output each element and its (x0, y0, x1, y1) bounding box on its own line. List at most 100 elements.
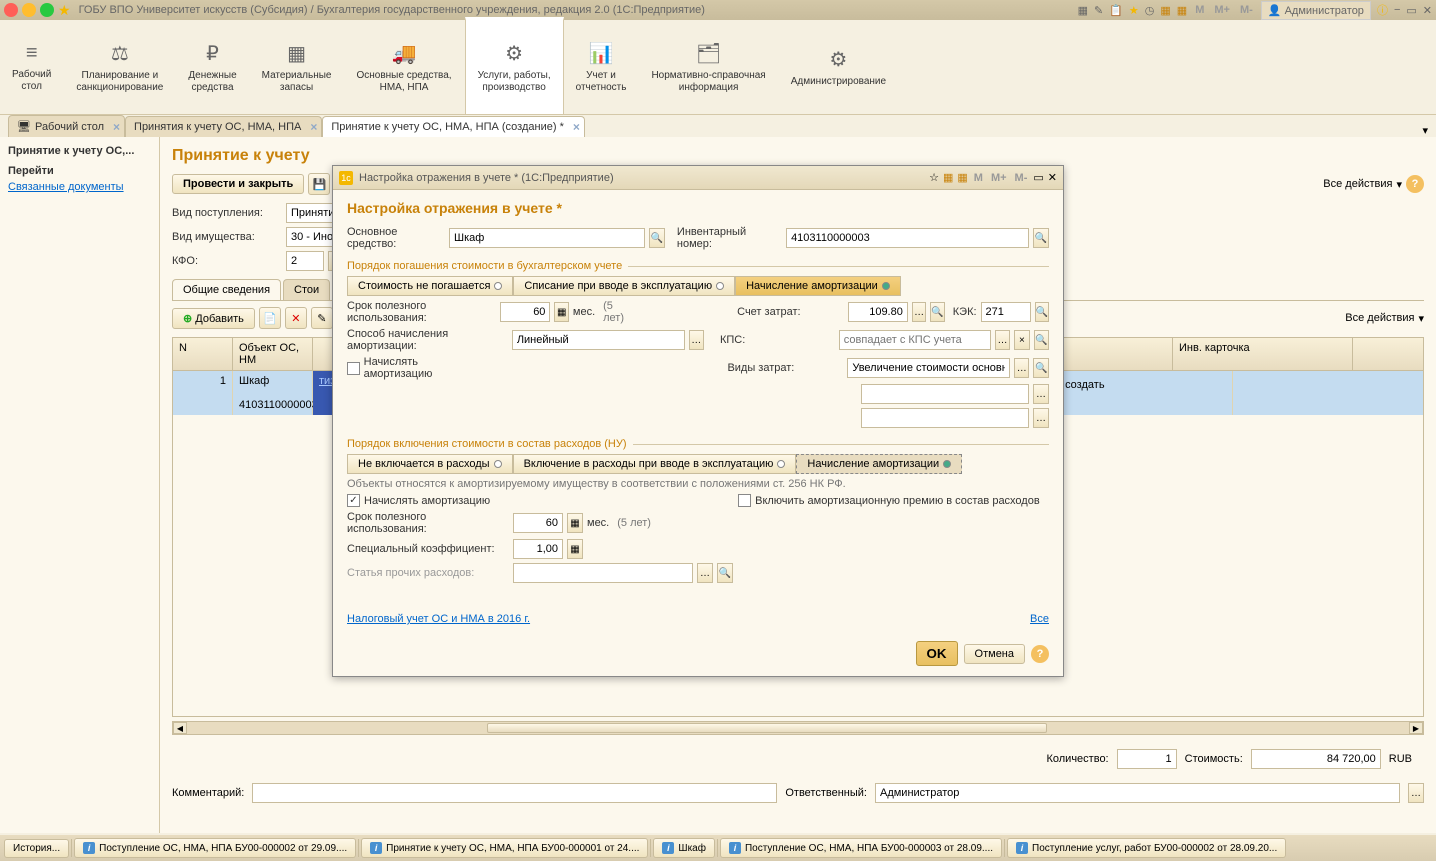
scroll-left-icon[interactable]: ◀ (173, 722, 187, 734)
help-icon[interactable]: ? (1031, 645, 1049, 663)
memory-mplus-button[interactable]: M+ (1212, 4, 1232, 16)
ellipsis-icon[interactable]: … (995, 330, 1010, 350)
section-reference[interactable]: 🗂Нормативно-справочная информация (639, 20, 778, 114)
stepper-icon[interactable]: ▦ (554, 302, 568, 322)
memory-m-button[interactable]: M (1193, 4, 1206, 16)
favorite-icon[interactable]: ★ (58, 2, 71, 19)
star-icon[interactable]: ★ (1129, 4, 1139, 17)
sidebar-link-related[interactable]: Связанные документы (8, 181, 151, 193)
section-desktop[interactable]: ≡Рабочий стол (0, 20, 64, 114)
search-icon[interactable]: 🔍 (1034, 330, 1049, 350)
tab-cost[interactable]: Стои (283, 279, 330, 300)
kfo-field[interactable] (286, 251, 324, 271)
types-field[interactable] (847, 358, 1010, 378)
account-field[interactable] (848, 302, 908, 322)
seg-not-included[interactable]: Не включается в расходы (347, 454, 513, 474)
close-icon[interactable]: × (310, 120, 317, 134)
task-item[interactable]: iПоступление ОС, НМА, НПА БУ00-000002 от… (74, 838, 356, 858)
section-cash[interactable]: ₽Денежные средства (176, 20, 249, 114)
sidebar-link-goto[interactable]: Перейти (8, 165, 151, 177)
all-actions-table-button[interactable]: Все действия (1345, 312, 1414, 324)
memory-mminus-button[interactable]: M- (1238, 4, 1255, 16)
search-icon[interactable]: 🔍 (930, 302, 944, 322)
coef-field[interactable] (513, 539, 563, 559)
extra-field-1[interactable] (861, 384, 1029, 404)
seg-include-intro[interactable]: Включение в расходы при вводе в эксплуат… (513, 454, 797, 474)
doc-tab-list[interactable]: Принятия к учету ОС, НМА, НПА× (125, 116, 322, 137)
user-button[interactable]: 👤 Администратор (1261, 1, 1371, 20)
chevron-down-icon[interactable]: ▾ (1418, 312, 1424, 325)
save-icon[interactable]: 💾 (308, 173, 330, 195)
section-services[interactable]: ⚙Услуги, работы, производство (465, 17, 564, 114)
search-icon[interactable]: 🔍 (1033, 358, 1049, 378)
accrue-checkbox[interactable] (347, 362, 360, 375)
search-icon[interactable]: 🔍 (1033, 228, 1049, 248)
edit-icon[interactable]: ✎ (311, 307, 333, 329)
ellipsis-icon[interactable]: … (1033, 408, 1049, 428)
section-planning[interactable]: ⚖Планирование и санкционирование (64, 20, 176, 114)
toolbar-icon[interactable]: ▦ (1078, 4, 1088, 17)
inv-field[interactable] (786, 228, 1029, 248)
task-item[interactable]: iПоступление услуг, работ БУ00-000002 от… (1007, 838, 1286, 858)
toolbar-icon[interactable]: ◷ (1145, 4, 1155, 17)
cost-field[interactable] (1251, 749, 1381, 769)
life-field[interactable] (500, 302, 550, 322)
ellipsis-icon[interactable]: … (912, 302, 926, 322)
stepper-icon[interactable]: ▦ (567, 539, 583, 559)
close-icon[interactable]: × (113, 120, 120, 134)
restore-icon[interactable]: ▭ (1033, 171, 1043, 184)
ellipsis-icon[interactable]: … (1014, 358, 1030, 378)
stepper-icon[interactable]: ▦ (567, 513, 583, 533)
window-close-icon[interactable] (4, 3, 18, 17)
copy-icon[interactable]: 📄 (259, 307, 281, 329)
ellipsis-icon[interactable]: … (689, 330, 704, 350)
help-icon[interactable]: ? (1406, 175, 1424, 193)
section-materials[interactable]: ▦Материальные запасы (250, 20, 345, 114)
close-icon[interactable]: ✕ (1048, 171, 1057, 184)
calculator-icon[interactable]: ▦ (1160, 4, 1170, 17)
close-icon[interactable]: × (573, 120, 580, 134)
ellipsis-icon[interactable]: … (697, 563, 713, 583)
seg-no-repay[interactable]: Стоимость не погашается (347, 276, 513, 296)
all-link[interactable]: Все (1030, 613, 1049, 625)
horizontal-scrollbar[interactable]: ◀ ▶ (172, 721, 1424, 735)
close-icon[interactable]: ✕ (1423, 4, 1432, 17)
qty-field[interactable] (1117, 749, 1177, 769)
ellipsis-icon[interactable]: … (1408, 783, 1424, 803)
accrue-checkbox-2[interactable] (347, 494, 360, 507)
toolbar-icon[interactable]: ✎ (1094, 4, 1103, 17)
tab-general[interactable]: Общие сведения (172, 279, 281, 300)
task-item[interactable]: iПоступление ОС, НМА, НПА БУ00-000003 от… (720, 838, 1002, 858)
star-icon[interactable]: ☆ (929, 171, 939, 184)
search-icon[interactable]: 🔍 (649, 228, 665, 248)
mminus-button[interactable]: M- (1013, 172, 1030, 184)
seg-writeoff[interactable]: Списание при вводе в эксплуатацию (513, 276, 735, 296)
calc-icon[interactable]: ▦ (943, 171, 953, 184)
section-assets[interactable]: 🚚Основные средства, НМА, НПА (344, 20, 464, 114)
toolbar-icon[interactable]: 📋 (1109, 4, 1123, 17)
task-item[interactable]: iШкаф (653, 838, 715, 858)
clear-icon[interactable]: × (1014, 330, 1029, 350)
seg-depreciation-tax[interactable]: Начисление амортизации (796, 454, 962, 474)
task-item[interactable]: iПринятие к учету ОС, НМА, НПА БУ00-0000… (361, 838, 648, 858)
ellipsis-icon[interactable]: … (1033, 384, 1049, 404)
window-minimize-icon[interactable] (22, 3, 36, 17)
premium-checkbox[interactable] (738, 494, 751, 507)
history-button[interactable]: История... (4, 839, 69, 858)
extra-field-2[interactable] (861, 408, 1029, 428)
restore-icon[interactable]: ▭ (1406, 4, 1416, 17)
all-actions-button[interactable]: Все действия (1323, 178, 1392, 190)
dropdown-icon[interactable]: ▾ (1422, 124, 1428, 137)
tax-link[interactable]: Налоговый учет ОС и НМА в 2016 г. (347, 613, 530, 625)
cancel-button[interactable]: Отмена (964, 644, 1025, 664)
section-reporting[interactable]: 📊Учет и отчетность (564, 20, 640, 114)
search-icon[interactable]: 🔍 (717, 563, 733, 583)
scroll-right-icon[interactable]: ▶ (1409, 722, 1423, 734)
m-button[interactable]: M (972, 172, 985, 184)
method-field[interactable] (512, 330, 685, 350)
delete-icon[interactable]: ✕ (285, 307, 307, 329)
seg-depreciation[interactable]: Начисление амортизации (735, 276, 901, 296)
life2-field[interactable] (513, 513, 563, 533)
post-and-close-button[interactable]: Провести и закрыть (172, 174, 304, 194)
comment-field[interactable] (252, 783, 777, 803)
